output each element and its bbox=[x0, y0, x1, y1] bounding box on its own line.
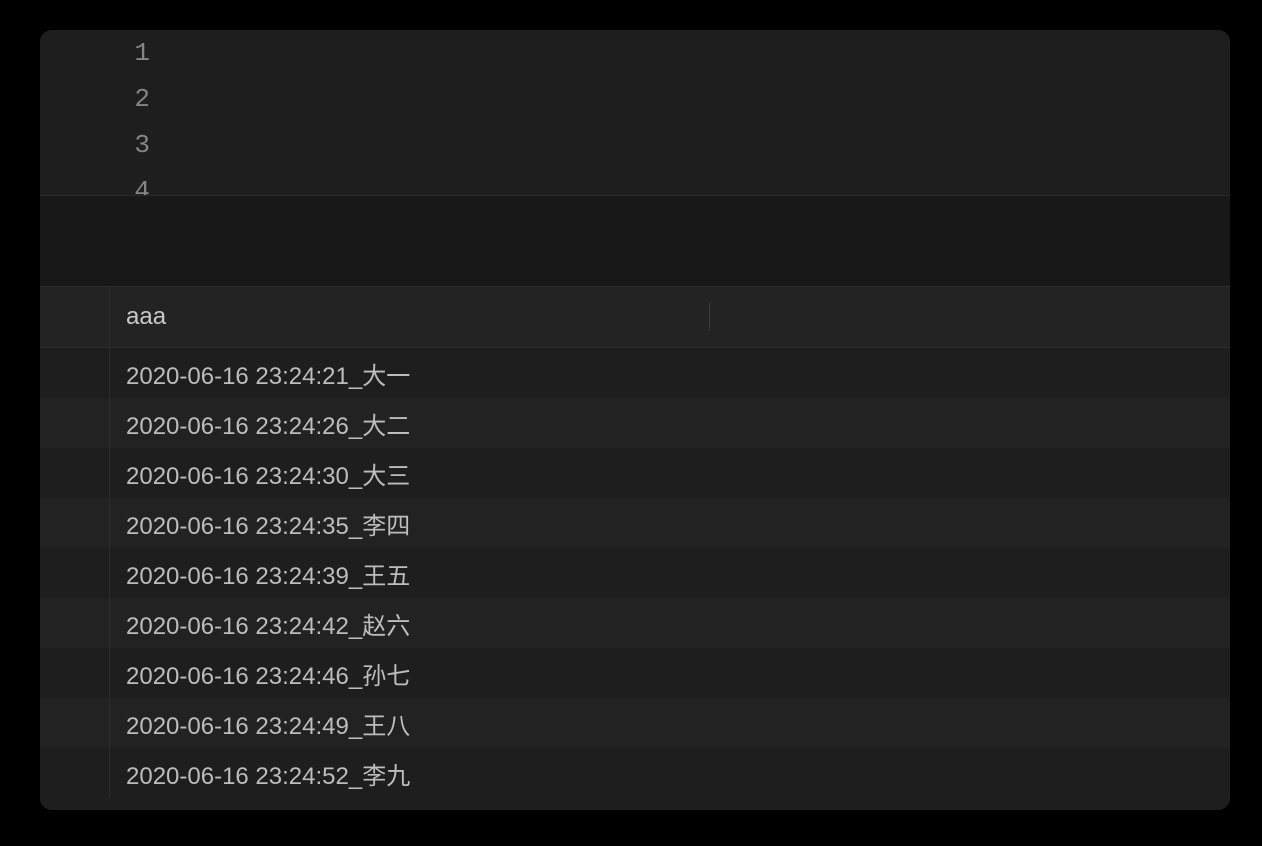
line-number: 1 bbox=[40, 30, 150, 76]
results-header: aaa bbox=[40, 286, 1230, 348]
table-row[interactable]: 2020-06-16 23:24:52_李九 bbox=[40, 748, 1230, 798]
line-number: 3 bbox=[40, 122, 150, 168]
cell-aaa[interactable]: 2020-06-16 23:24:35_李四 bbox=[110, 506, 1230, 541]
row-marker[interactable] bbox=[40, 598, 110, 648]
table-row[interactable]: 2020-06-16 23:24:49_王八 bbox=[40, 698, 1230, 748]
row-marker[interactable] bbox=[40, 648, 110, 698]
table-row[interactable]: 2020-06-16 23:24:35_李四 bbox=[40, 498, 1230, 548]
row-marker-header bbox=[40, 287, 110, 347]
row-marker[interactable] bbox=[40, 398, 110, 448]
table-row[interactable]: 2020-06-16 23:24:39_王五 bbox=[40, 548, 1230, 598]
cell-aaa[interactable]: 2020-06-16 23:24:49_王八 bbox=[110, 706, 1230, 741]
row-marker[interactable] bbox=[40, 348, 110, 398]
code-area[interactable]: SELECT CONCAT_WS('_',birth,NAME) AS aaa … bbox=[180, 30, 1230, 195]
row-marker[interactable] bbox=[40, 748, 110, 798]
editor-pane[interactable]: 1 2 3 4 SELECT CONCAT_WS('_',birth,NAME)… bbox=[40, 30, 1230, 195]
pane-divider[interactable] bbox=[40, 195, 1230, 286]
row-marker[interactable] bbox=[40, 448, 110, 498]
cell-aaa[interactable]: 2020-06-16 23:24:42_赵六 bbox=[110, 606, 1230, 641]
results-body[interactable]: 2020-06-16 23:24:21_大一 2020-06-16 23:24:… bbox=[40, 348, 1230, 810]
column-header-label: aaa bbox=[126, 303, 166, 330]
results-pane: aaa 2020-06-16 23:24:21_大一 2020-06-16 23… bbox=[40, 286, 1230, 810]
cell-aaa[interactable]: 2020-06-16 23:24:21_大一 bbox=[110, 356, 1230, 391]
line-number-gutter: 1 2 3 4 bbox=[40, 30, 180, 195]
column-resize-handle[interactable] bbox=[709, 303, 710, 331]
cell-aaa[interactable]: 2020-06-16 23:24:39_王五 bbox=[110, 556, 1230, 591]
column-header-aaa[interactable]: aaa bbox=[110, 303, 1230, 331]
cell-aaa[interactable]: 2020-06-16 23:24:30_大三 bbox=[110, 456, 1230, 491]
row-marker[interactable] bbox=[40, 548, 110, 598]
cell-aaa[interactable]: 2020-06-16 23:24:46_孙七 bbox=[110, 656, 1230, 691]
sql-editor-window: 1 2 3 4 SELECT CONCAT_WS('_',birth,NAME)… bbox=[40, 30, 1230, 810]
row-marker[interactable] bbox=[40, 498, 110, 548]
line-number: 4 bbox=[40, 168, 150, 195]
line-number: 2 bbox=[40, 76, 150, 122]
code-line[interactable] bbox=[180, 122, 1230, 168]
table-row[interactable]: 2020-06-16 23:24:26_大二 bbox=[40, 398, 1230, 448]
table-row[interactable]: 2020-06-16 23:24:42_赵六 bbox=[40, 598, 1230, 648]
table-row[interactable]: 2020-06-16 23:24:46_孙七 bbox=[40, 648, 1230, 698]
table-row[interactable]: 2020-06-16 23:24:21_大一 bbox=[40, 348, 1230, 398]
cell-aaa[interactable]: 2020-06-16 23:24:52_李九 bbox=[110, 756, 1230, 791]
cell-aaa[interactable]: 2020-06-16 23:24:26_大二 bbox=[110, 406, 1230, 441]
row-marker[interactable] bbox=[40, 698, 110, 748]
table-row[interactable]: 2020-06-16 23:24:30_大三 bbox=[40, 448, 1230, 498]
